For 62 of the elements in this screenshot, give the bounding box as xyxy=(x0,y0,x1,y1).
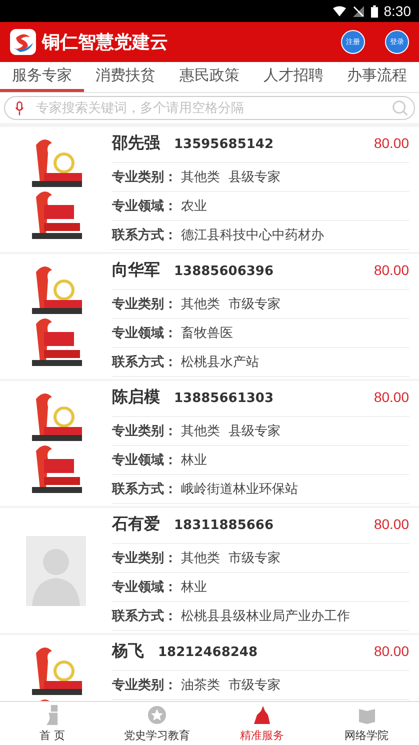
tab[interactable]: 消费扶贫 xyxy=(84,62,168,92)
field-value: 林业 xyxy=(181,452,207,469)
expert-name: 杨飞 xyxy=(112,641,144,662)
expert-name: 邵先强 xyxy=(112,133,160,154)
tab[interactable]: 办事流程 xyxy=(335,62,419,92)
field-label: 专业类别： xyxy=(112,550,177,567)
avatar-icon xyxy=(26,536,86,606)
no-signal-icon xyxy=(352,6,365,16)
field-label: 专业领域： xyxy=(112,198,177,215)
tab[interactable]: 服务专家 xyxy=(0,62,84,92)
tab[interactable]: 惠民政策 xyxy=(168,62,252,92)
phone-number: 18212468248 xyxy=(158,645,258,660)
battery-icon xyxy=(370,4,378,18)
price: 80.00 xyxy=(374,262,409,278)
microphone-icon xyxy=(15,100,24,116)
field-value: 松桃县县级林业局产业办工作 xyxy=(181,608,350,625)
search-field[interactable]: 专家搜索关键词，多个请用空格分隔 xyxy=(34,100,392,116)
field-label: 专业类别： xyxy=(112,169,177,186)
nav-item[interactable]: 网络学院 xyxy=(314,702,419,745)
phone-number: 13595685142 xyxy=(174,137,274,152)
field-value: 其他类 县级专家 xyxy=(181,169,280,186)
field-value: 峨岭街道林业环保站 xyxy=(181,481,298,498)
expert-name: 陈启模 xyxy=(112,387,160,408)
field-label: 专业领域： xyxy=(112,579,177,596)
price: 80.00 xyxy=(374,135,409,151)
field-label: 专业领域： xyxy=(112,452,177,469)
search-icon xyxy=(392,100,408,116)
nav-item[interactable]: 首 页 xyxy=(0,702,105,745)
hand-icon xyxy=(252,704,272,724)
nav-item[interactable]: 党史学习教育 xyxy=(104,702,210,745)
field-value: 其他类 县级专家 xyxy=(181,423,280,440)
field-label: 专业领域： xyxy=(112,325,177,342)
field-value: 油茶类 市级专家 xyxy=(181,677,280,694)
expert-name: 向华军 xyxy=(112,260,160,281)
wifi-icon xyxy=(332,6,346,16)
app-title: 铜仁智慧党建云 xyxy=(42,31,169,54)
field-value: 其他类 市级专家 xyxy=(181,296,280,313)
field-value: 松桃县水产站 xyxy=(181,354,259,371)
field-label: 联系方式： xyxy=(112,354,177,371)
logo-icon xyxy=(10,29,36,55)
nav-item[interactable]: 精准服务 xyxy=(210,702,314,745)
phone-number: 18311885666 xyxy=(174,518,274,533)
tab[interactable]: 人才招聘 xyxy=(251,62,336,92)
status-time: 8:30 xyxy=(384,3,411,19)
phone-number: 13885606396 xyxy=(174,264,274,279)
field-value: 畜牧兽医 xyxy=(181,325,233,342)
field-label: 专业类别： xyxy=(112,296,177,313)
field-value: 林业 xyxy=(181,579,207,596)
field-label: 专业类别： xyxy=(112,677,177,694)
price: 80.00 xyxy=(374,516,409,532)
field-label: 联系方式： xyxy=(112,226,177,244)
field-label: 专业类别： xyxy=(112,423,177,440)
price: 80.00 xyxy=(374,389,409,405)
search-bar[interactable]: 专家搜索关键词，多个请用空格分隔 xyxy=(4,96,415,120)
price: 80.00 xyxy=(374,643,409,659)
phone-number: 13885661303 xyxy=(174,391,274,406)
field-label: 联系方式： xyxy=(112,608,177,625)
field-value: 其他类 市级专家 xyxy=(181,550,280,567)
field-value: 德江县科技中心中药材办 xyxy=(181,227,324,244)
field-value: 农业 xyxy=(181,198,207,215)
field-label: 联系方式： xyxy=(112,480,177,498)
expert-name: 石有爱 xyxy=(112,514,160,535)
